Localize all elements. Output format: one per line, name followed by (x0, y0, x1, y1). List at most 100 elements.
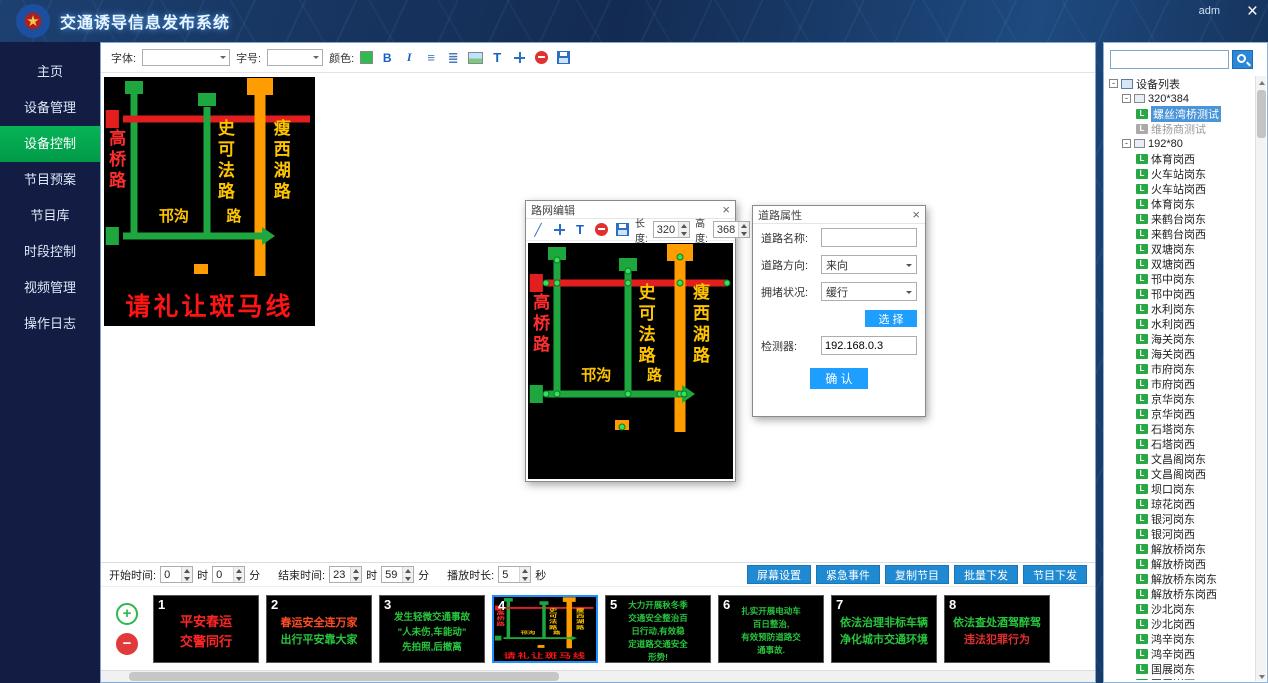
tree-item[interactable]: L火车站岗东 (1106, 166, 1254, 181)
edit-handle[interactable] (676, 280, 683, 287)
tree-item[interactable]: L沙北岗西 (1106, 616, 1254, 631)
scroll-down-icon[interactable] (1256, 669, 1267, 681)
road-direction-select[interactable]: 来向 (821, 255, 917, 274)
edit-handle[interactable] (723, 280, 730, 287)
spin-up-icon[interactable] (182, 567, 192, 575)
text-tool-button[interactable]: T (572, 222, 588, 238)
tree-item[interactable]: L市府岗东 (1106, 361, 1254, 376)
select-button[interactable]: 选 择 (865, 310, 917, 327)
end-hour-input[interactable]: 23 (329, 566, 362, 583)
insert-image-button[interactable] (467, 50, 483, 66)
close-icon[interactable]: × (1247, 1, 1258, 23)
spin-down-icon[interactable] (739, 230, 749, 238)
sidebar-item-time-control[interactable]: 时段控制 (0, 234, 100, 270)
sidebar-item-video-manage[interactable]: 视频管理 (0, 270, 100, 306)
tree-item[interactable]: L沙北岗东 (1106, 601, 1254, 616)
end-minute-input[interactable]: 59 (381, 566, 414, 583)
color-swatch[interactable] (360, 51, 373, 64)
spin-down-icon[interactable] (182, 575, 192, 583)
program-send-button[interactable]: 节目下发 (1023, 565, 1087, 584)
tree-item[interactable]: L火车站岗西 (1106, 181, 1254, 196)
tree-item[interactable]: L石塔岗东 (1106, 421, 1254, 436)
playlist-item-6[interactable]: 6扎实开展电动车百日整治,有效预防道路交通事故. (718, 595, 824, 663)
tree-collapse-icon[interactable]: - (1122, 139, 1131, 148)
tree-item[interactable]: L海关岗西 (1106, 346, 1254, 361)
scroll-up-icon[interactable] (1256, 76, 1267, 88)
edit-handle[interactable] (553, 280, 560, 287)
tree-item[interactable]: L京华岗东 (1106, 391, 1254, 406)
spin-down-icon[interactable] (351, 575, 361, 583)
start-hour-input[interactable]: 0 (160, 566, 193, 583)
playlist-item-8[interactable]: 8依法查处酒驾醉驾违法犯罪行为 (944, 595, 1050, 663)
tree-item[interactable]: L海关岗东 (1106, 331, 1254, 346)
edit-handle[interactable] (625, 280, 632, 287)
add-program-button[interactable]: + (116, 603, 138, 625)
sidebar-item-device-control[interactable]: 设备控制 (0, 126, 100, 162)
edit-handle[interactable] (625, 391, 632, 398)
sidebar-item-program-plan[interactable]: 节目预案 (0, 162, 100, 198)
playlist-item-5[interactable]: 5大力开展秋冬季交通安全整治百日行动,有效稳定道路交通安全形势! (605, 595, 711, 663)
search-button[interactable] (1232, 50, 1253, 69)
bold-button[interactable]: B (379, 50, 395, 66)
height-input[interactable]: 368 (713, 221, 750, 238)
move-button[interactable] (551, 222, 567, 238)
font-size-dropdown[interactable] (267, 49, 323, 66)
scrollbar-thumb[interactable] (1257, 90, 1266, 138)
emergency-event-button[interactable]: 紧急事件 (816, 565, 880, 584)
road-line-middle[interactable] (625, 271, 632, 396)
screen-settings-button[interactable]: 屏幕设置 (747, 565, 811, 584)
tree-item[interactable]: L国展岗西 (1106, 676, 1254, 680)
copy-program-button[interactable]: 复制节目 (885, 565, 949, 584)
close-icon[interactable]: × (912, 207, 920, 222)
horizontal-scrollbar[interactable] (101, 670, 1095, 682)
spin-up-icon[interactable] (234, 567, 244, 575)
playlist-item-7[interactable]: 7依法治理非标车辆净化城市交通环境 (831, 595, 937, 663)
tree-item[interactable]: L水利岗西 (1106, 316, 1254, 331)
duration-input[interactable]: 5 (498, 566, 531, 583)
device-search-input[interactable] (1110, 50, 1229, 69)
spin-down-icon[interactable] (520, 575, 530, 583)
confirm-button[interactable]: 确 认 (810, 368, 868, 389)
draw-line-button[interactable]: ╱ (530, 222, 546, 238)
sidebar-item-program-library[interactable]: 节目库 (0, 198, 100, 234)
road-line-bottom[interactable] (546, 391, 683, 398)
tree-item[interactable]: L邗中岗西 (1106, 286, 1254, 301)
tree-item[interactable]: L银河岗东 (1106, 511, 1254, 526)
playlist-item-4[interactable]: 4高桥路史可法路瘦西湖路邗沟路请礼让斑马线 (492, 595, 598, 663)
spacing-button[interactable] (511, 50, 527, 66)
edit-handle[interactable] (619, 424, 626, 431)
vertical-scrollbar[interactable] (1255, 76, 1266, 681)
spin-up-icon[interactable] (679, 222, 689, 230)
delete-road-button[interactable] (593, 222, 609, 238)
tree-item[interactable]: L石塔岗西 (1106, 436, 1254, 451)
tree-item[interactable]: L解放桥岗东 (1106, 541, 1254, 556)
tree-item[interactable]: L文昌阁岗西 (1106, 466, 1254, 481)
tree-item[interactable]: L体育岗西 (1106, 151, 1254, 166)
tree-item[interactable]: L琼花岗西 (1106, 496, 1254, 511)
tree-group-192*80[interactable]: -192*80 (1106, 136, 1254, 151)
playlist-item-1[interactable]: 1平安春运交警同行 (153, 595, 259, 663)
tree-item[interactable]: L文昌阁岗东 (1106, 451, 1254, 466)
tree-item[interactable]: L邗中岗东 (1106, 271, 1254, 286)
align-left-button[interactable]: ≡ (423, 50, 439, 66)
playlist-item-3[interactable]: 3发生轻微交通事故"人未伤,车能动"先拍照,后撤离 (379, 595, 485, 663)
font-dropdown[interactable] (142, 49, 230, 66)
delete-button[interactable] (533, 50, 549, 66)
tree-collapse-icon[interactable]: - (1109, 79, 1118, 88)
length-input[interactable]: 320 (653, 221, 690, 238)
spin-down-icon[interactable] (234, 575, 244, 583)
save-road-button[interactable] (614, 222, 630, 238)
tree-item[interactable]: L解放桥东岗东 (1106, 571, 1254, 586)
playlist-item-2[interactable]: 2春运安全连万家出行平安靠大家 (266, 595, 372, 663)
road-properties-titlebar[interactable]: 道路属性 × (753, 206, 925, 224)
sidebar-item-operation-log[interactable]: 操作日志 (0, 306, 100, 342)
tree-item[interactable]: L国展岗东 (1106, 661, 1254, 676)
edit-handle[interactable] (553, 391, 560, 398)
tree-item[interactable]: L京华岗西 (1106, 406, 1254, 421)
tree-item[interactable]: L坝口岗东 (1106, 481, 1254, 496)
tree-item[interactable]: L解放桥东岗西 (1106, 586, 1254, 601)
tree-item[interactable]: L市府岗西 (1106, 376, 1254, 391)
tree-item[interactable]: L来鹤台岗西 (1106, 226, 1254, 241)
italic-button[interactable]: I (401, 50, 417, 66)
roadnet-edit-canvas[interactable]: 高桥路史可法路瘦西湖路邗沟路 (528, 243, 733, 479)
